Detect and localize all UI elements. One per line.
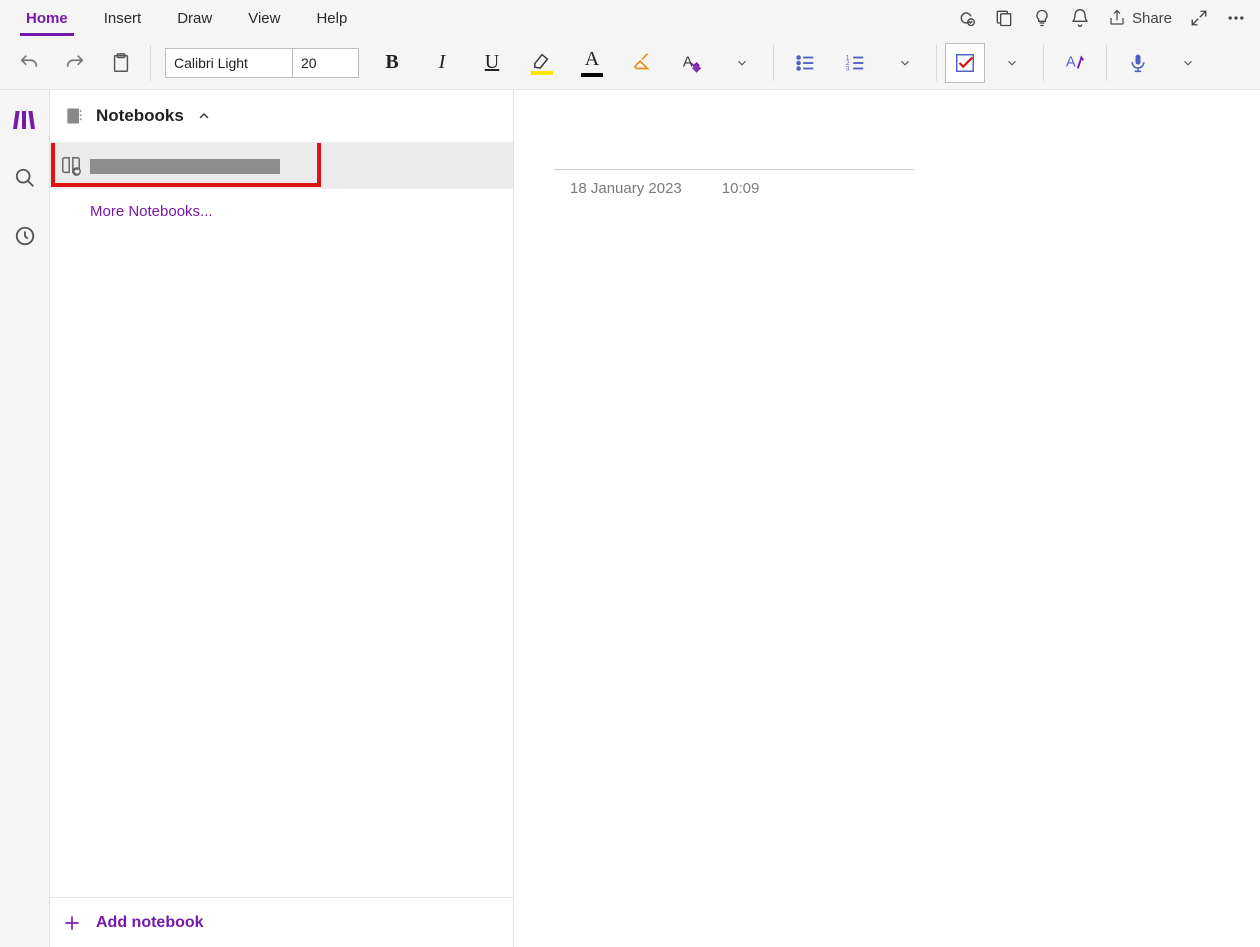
todo-tag-button[interactable] bbox=[945, 43, 985, 83]
sync-status-icon[interactable] bbox=[956, 8, 976, 28]
notebook-list: More Notebooks... bbox=[50, 143, 513, 897]
titlebar-right-group: Share bbox=[956, 8, 1252, 28]
font-group bbox=[165, 48, 359, 78]
tab-home[interactable]: Home bbox=[8, 4, 86, 33]
redo-button[interactable] bbox=[54, 40, 96, 86]
paste-button[interactable] bbox=[100, 40, 142, 86]
page-title-input[interactable] bbox=[554, 120, 914, 170]
main-tabs: Home Insert Draw View Help bbox=[8, 4, 365, 33]
main-body: Notebooks More Notebooks... Add notebook… bbox=[0, 90, 1260, 947]
notebook-item[interactable] bbox=[50, 143, 513, 189]
plus-icon bbox=[62, 913, 82, 933]
numbered-list-button[interactable]: 123 bbox=[832, 40, 878, 86]
feed-icon[interactable] bbox=[994, 8, 1014, 28]
left-rail bbox=[0, 90, 50, 947]
share-button[interactable]: Share bbox=[1108, 9, 1172, 27]
notebook-name-redacted bbox=[90, 159, 280, 174]
ribbon: B I U A A 123 A bbox=[0, 36, 1260, 90]
tab-insert[interactable]: Insert bbox=[86, 4, 160, 33]
svg-text:A: A bbox=[683, 54, 693, 70]
ribbon-separator bbox=[150, 45, 151, 81]
notebook-header-icon bbox=[64, 106, 84, 126]
clear-formatting-button[interactable] bbox=[619, 40, 665, 86]
notebooks-rail-button[interactable] bbox=[9, 104, 41, 136]
tab-view[interactable]: View bbox=[230, 4, 298, 33]
undo-button[interactable] bbox=[8, 40, 50, 86]
dictate-button[interactable] bbox=[1115, 40, 1161, 86]
ribbon-separator bbox=[773, 45, 774, 81]
page-meta: 18 January 2023 10:09 bbox=[554, 170, 1220, 207]
font-color-swatch bbox=[581, 73, 603, 77]
font-size-input[interactable] bbox=[293, 48, 359, 78]
notebook-panel: Notebooks More Notebooks... Add notebook bbox=[50, 90, 514, 947]
fullscreen-icon[interactable] bbox=[1190, 9, 1208, 27]
ribbon-separator bbox=[1043, 45, 1044, 81]
add-notebook-button[interactable]: Add notebook bbox=[50, 897, 513, 947]
page-canvas[interactable]: 18 January 2023 10:09 bbox=[514, 90, 1260, 947]
list-dropdown[interactable] bbox=[882, 40, 928, 86]
notifications-icon[interactable] bbox=[1070, 8, 1090, 28]
share-label: Share bbox=[1132, 10, 1172, 27]
svg-text:3: 3 bbox=[846, 65, 850, 72]
tab-bar: Home Insert Draw View Help Share bbox=[0, 0, 1260, 36]
bold-button[interactable]: B bbox=[369, 40, 415, 86]
more-notebooks-link[interactable]: More Notebooks... bbox=[50, 189, 513, 234]
italic-button[interactable]: I bbox=[419, 40, 465, 86]
svg-text:A: A bbox=[1066, 54, 1076, 70]
ribbon-separator bbox=[936, 45, 937, 81]
page-time: 10:09 bbox=[722, 180, 760, 197]
more-options-icon[interactable] bbox=[1226, 8, 1246, 28]
chevron-up-icon bbox=[196, 108, 212, 124]
lightbulb-icon[interactable] bbox=[1032, 8, 1052, 28]
font-color-button[interactable]: A bbox=[569, 40, 615, 86]
highlight-color-swatch bbox=[531, 71, 553, 75]
add-notebook-label: Add notebook bbox=[96, 914, 204, 932]
page-date: 18 January 2023 bbox=[570, 180, 682, 197]
dictate-dropdown[interactable] bbox=[1165, 40, 1211, 86]
recent-rail-button[interactable] bbox=[9, 220, 41, 252]
search-rail-button[interactable] bbox=[9, 162, 41, 194]
styles-dropdown[interactable] bbox=[719, 40, 765, 86]
underline-button[interactable]: U bbox=[469, 40, 515, 86]
ink-to-text-button[interactable]: A bbox=[1052, 40, 1098, 86]
ribbon-separator bbox=[1106, 45, 1107, 81]
open-notebook-icon bbox=[60, 155, 82, 177]
notebook-panel-header[interactable]: Notebooks bbox=[50, 90, 513, 143]
tags-dropdown[interactable] bbox=[989, 40, 1035, 86]
styles-button[interactable]: A bbox=[669, 40, 715, 86]
highlight-button[interactable] bbox=[519, 40, 565, 86]
font-name-input[interactable] bbox=[165, 48, 293, 78]
notebook-panel-title: Notebooks bbox=[96, 106, 184, 126]
tab-draw[interactable]: Draw bbox=[159, 4, 230, 33]
tab-help[interactable]: Help bbox=[298, 4, 365, 33]
bullet-list-button[interactable] bbox=[782, 40, 828, 86]
